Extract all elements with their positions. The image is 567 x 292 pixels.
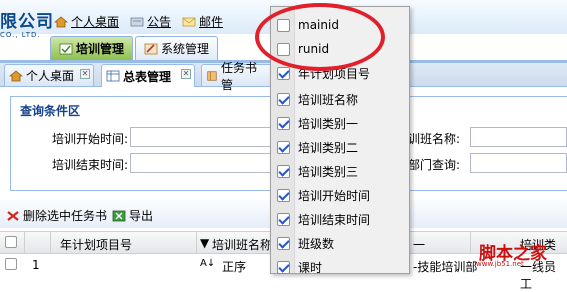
close-icon[interactable]: ✕ [80, 69, 90, 79]
top-link-desktop-label: 个人桌面 [71, 15, 120, 29]
company-logo-subtext: CO., LTD. [0, 31, 41, 39]
watermark-url: www.jb51.net [476, 260, 524, 268]
menu-item-checkbox[interactable] [277, 116, 290, 130]
row-checkbox[interactable] [5, 258, 17, 273]
menu-item-label: 培训结束时间 [298, 212, 371, 227]
top-link-announcement[interactable]: 公告 [130, 13, 171, 30]
class-name-input[interactable] [470, 127, 567, 147]
menu-item-checkbox[interactable] [277, 92, 290, 106]
column-header-class-name[interactable]: 培训班名称 [212, 236, 272, 253]
row-number: 1 [32, 258, 40, 272]
menu-item-label: 班级数 [298, 236, 335, 251]
tab-summary-management-label: 总表管理 [123, 69, 172, 84]
column-divider [24, 232, 25, 254]
menu-item-9[interactable]: 班级数 [270, 231, 410, 255]
training-module-icon [59, 43, 73, 54]
menu-item-checkbox[interactable] [277, 236, 290, 250]
menu-item-checkbox[interactable] [277, 188, 290, 202]
sort-ascending-icon[interactable]: A↓ [200, 258, 215, 269]
menu-item-checkbox[interactable] [277, 212, 290, 226]
tab-summary-management[interactable]: 总表管理 ✕ [101, 64, 195, 87]
delete-selected-button[interactable]: 删除选中任务书 [6, 207, 107, 224]
column-menu-trigger[interactable]: ▼ [200, 236, 209, 250]
query-panel-title: 查询条件区 [20, 104, 81, 118]
column-divider [50, 232, 51, 254]
menu-item-label: 培训班名称 [298, 92, 359, 107]
tab-task-book-management[interactable]: 任务书管 [201, 61, 281, 92]
column-divider [196, 232, 197, 254]
grid-select-all-checkbox[interactable] [5, 236, 17, 251]
menu-item-label: 课时 [298, 260, 323, 275]
tab-personal-desktop-label: 个人桌面 [26, 69, 75, 83]
menu-item-3[interactable]: 培训班名称 [270, 87, 410, 111]
announcement-icon [130, 17, 144, 26]
excel-icon [112, 210, 126, 221]
menu-item-checkbox[interactable] [277, 66, 290, 80]
menu-item-7[interactable]: 培训开始时间 [270, 183, 410, 207]
tab-training-management-label: 培训管理 [76, 42, 125, 56]
tab-task-book-management-label: 任务书管 [220, 60, 257, 92]
cell-department: -技能培训部 [413, 260, 478, 274]
system-module-icon [144, 43, 158, 54]
menu-item-4[interactable]: 培训类别一 [270, 111, 410, 135]
tab-system-management[interactable]: 系统管理 [135, 36, 219, 60]
menu-item-label: 培训类别三 [298, 164, 359, 179]
highlight-oval [255, 3, 385, 71]
department-query-input[interactable] [470, 153, 567, 173]
department-query-label: 部门查询: [408, 158, 461, 172]
export-label: 导出 [129, 209, 154, 223]
mail-icon [182, 17, 196, 26]
training-end-time-input[interactable] [130, 153, 280, 173]
menu-item-6[interactable]: 培训类别三 [270, 159, 410, 183]
table-icon [106, 70, 120, 82]
tab-personal-desktop[interactable]: 个人桌面 ✕ [4, 64, 94, 86]
top-links: 个人桌面 公告 邮件 [54, 13, 234, 30]
top-link-mail-label: 邮件 [199, 15, 224, 29]
delete-selected-label: 删除选中任务书 [23, 209, 108, 223]
training-start-time-input[interactable] [130, 127, 280, 147]
sort-ascending-label[interactable]: 正序 [222, 258, 246, 275]
menu-item-checkbox[interactable] [277, 164, 290, 178]
menu-item-label: 培训类别二 [298, 140, 359, 155]
home-icon [9, 69, 23, 81]
top-link-mail[interactable]: 邮件 [182, 13, 223, 30]
tab-training-management[interactable]: 培训管理 [50, 36, 134, 60]
company-logo-text: 限公司 [0, 12, 54, 32]
top-link-announcement-label: 公告 [147, 15, 172, 29]
top-link-desktop[interactable]: 个人桌面 [54, 13, 119, 30]
class-name-label: 训班名称: [408, 132, 461, 146]
menu-item-10[interactable]: 课时 [270, 255, 410, 279]
menu-item-checkbox[interactable] [277, 140, 290, 154]
training-end-time-label: 培训结束时间: [52, 158, 129, 172]
tab-system-management-label: 系统管理 [161, 42, 210, 56]
close-icon[interactable]: ✕ [181, 69, 191, 79]
module-tabs: 培训管理 系统管理 [50, 36, 220, 60]
home-icon [54, 15, 68, 27]
training-start-time-label: 培训开始时间: [52, 132, 129, 146]
export-button[interactable]: 导出 [112, 207, 153, 224]
column-header-category-one[interactable]: 一 [413, 236, 425, 253]
delete-icon [7, 210, 19, 221]
menu-item-8[interactable]: 培训结束时间 [270, 207, 410, 231]
menu-item-5[interactable]: 培训类别二 [270, 135, 410, 159]
book-icon [207, 70, 217, 81]
menu-item-label: 培训类别一 [298, 116, 359, 131]
menu-item-label: 培训开始时间 [298, 188, 371, 203]
column-divider [470, 232, 471, 254]
column-header-year-plan-no[interactable]: 年计划项目号 [60, 236, 132, 253]
